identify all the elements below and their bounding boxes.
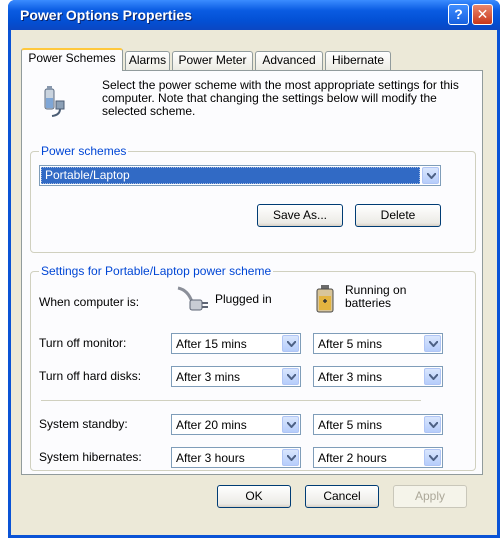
settings-legend: Settings for Portable/Laptop power schem… xyxy=(39,264,274,278)
chevron-down-icon[interactable] xyxy=(424,449,441,466)
standby-label: System standby: xyxy=(39,417,128,431)
save-as-button[interactable]: Save As... xyxy=(257,204,343,227)
help-icon: ? xyxy=(454,6,463,22)
hard-disks-battery-dropdown[interactable]: After 3 mins xyxy=(313,366,443,387)
chevron-down-icon[interactable] xyxy=(424,416,441,433)
dialog-client-area: Power Schemes Alarms Power Meter Advance… xyxy=(11,30,497,535)
apply-button[interactable]: Apply xyxy=(393,485,467,508)
close-icon: ✕ xyxy=(476,6,489,22)
monitor-battery-value: After 5 mins xyxy=(318,337,383,351)
power-schemes-legend: Power schemes xyxy=(39,144,129,158)
chevron-down-icon[interactable] xyxy=(282,449,299,466)
tab-power-meter[interactable]: Power Meter xyxy=(172,51,253,70)
chevron-down-icon[interactable] xyxy=(422,167,439,184)
battery-icon xyxy=(316,285,334,313)
monitor-plugged-dropdown[interactable]: After 15 mins xyxy=(171,333,301,354)
hibernates-label: System hibernates: xyxy=(39,450,142,464)
hard-disks-plugged-dropdown[interactable]: After 3 mins xyxy=(171,366,301,387)
chevron-down-icon[interactable] xyxy=(424,335,441,352)
hibernates-plugged-value: After 3 hours xyxy=(176,451,245,465)
standby-battery-dropdown[interactable]: After 5 mins xyxy=(313,414,443,435)
hibernates-battery-dropdown[interactable]: After 2 hours xyxy=(313,447,443,468)
hibernates-battery-value: After 2 hours xyxy=(318,451,387,465)
plugged-in-label: Plugged in xyxy=(215,292,272,306)
chevron-down-icon[interactable] xyxy=(282,368,299,385)
power-scheme-dropdown[interactable]: Portable/Laptop xyxy=(39,165,441,186)
standby-plugged-dropdown[interactable]: After 20 mins xyxy=(171,414,301,435)
standby-battery-value: After 5 mins xyxy=(318,418,383,432)
when-computer-label: When computer is: xyxy=(39,295,140,309)
settings-group: Settings for Portable/Laptop power schem… xyxy=(30,264,476,471)
power-schemes-group: Power schemes Portable/Laptop Save As...… xyxy=(30,144,476,253)
hard-disks-label: Turn off hard disks: xyxy=(39,369,142,383)
power-scheme-value: Portable/Laptop xyxy=(41,167,420,184)
close-button[interactable]: ✕ xyxy=(472,4,493,25)
tab-hibernate[interactable]: Hibernate xyxy=(325,51,391,70)
battery-plug-icon xyxy=(44,86,65,117)
chevron-down-icon[interactable] xyxy=(282,335,299,352)
running-on-batteries-label: Running on batteries xyxy=(345,283,407,310)
title-bar[interactable]: Power Options Properties ? ✕ xyxy=(8,0,500,30)
tab-advanced[interactable]: Advanced xyxy=(255,51,323,70)
ok-button[interactable]: OK xyxy=(217,485,291,508)
hibernates-plugged-dropdown[interactable]: After 3 hours xyxy=(171,447,301,468)
power-options-window: Power Options Properties ? ✕ Power Schem… xyxy=(8,0,500,538)
standby-plugged-value: After 20 mins xyxy=(176,418,247,432)
tab-alarms[interactable]: Alarms xyxy=(125,51,170,70)
window-title: Power Options Properties xyxy=(20,7,192,23)
delete-button[interactable]: Delete xyxy=(355,204,441,227)
monitor-plugged-value: After 15 mins xyxy=(176,337,247,351)
intro-text: Select the power scheme with the most ap… xyxy=(102,78,459,118)
help-button[interactable]: ? xyxy=(448,4,469,25)
monitor-battery-dropdown[interactable]: After 5 mins xyxy=(313,333,443,354)
chevron-down-icon[interactable] xyxy=(424,368,441,385)
tab-power-schemes[interactable]: Power Schemes xyxy=(21,48,123,71)
hard-disks-battery-value: After 3 mins xyxy=(318,370,383,384)
settings-divider xyxy=(41,400,421,401)
cancel-button[interactable]: Cancel xyxy=(305,485,379,508)
chevron-down-icon[interactable] xyxy=(282,416,299,433)
monitor-label: Turn off monitor: xyxy=(39,336,127,350)
plug-icon xyxy=(177,286,208,311)
power-schemes-panel: Select the power scheme with the most ap… xyxy=(21,70,483,475)
hard-disks-plugged-value: After 3 mins xyxy=(176,370,241,384)
